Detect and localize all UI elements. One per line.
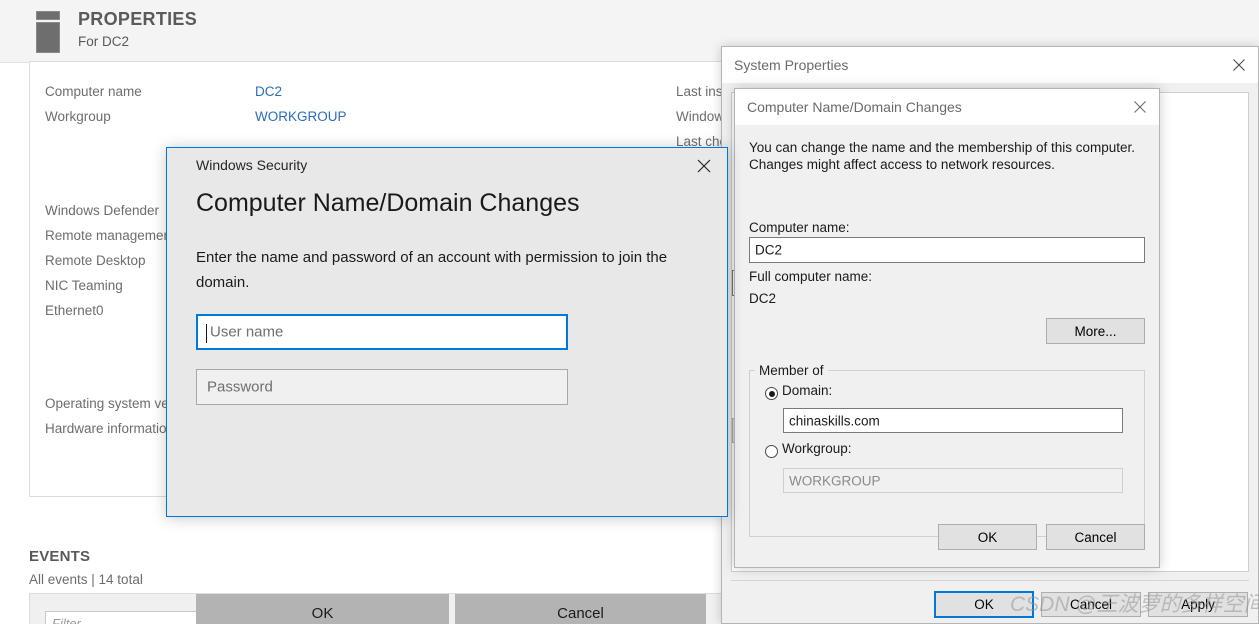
prop-label-windows-defender: Windows Defender (45, 203, 160, 218)
cndc-body: You can change the name and the membersh… (735, 125, 1159, 567)
prop-label-remote-desktop: Remote Desktop (45, 253, 146, 268)
system-properties-title: System Properties (734, 57, 849, 73)
prop-value-computer-name[interactable]: DC2 (255, 84, 282, 99)
text-caret (206, 324, 207, 343)
password-placeholder: Password (207, 378, 273, 396)
cndc-description: You can change the name and the membersh… (749, 140, 1135, 172)
close-icon[interactable] (1224, 50, 1254, 80)
events-section-subtitle: All events | 14 total (29, 572, 143, 587)
windows-security-heading: Computer Name/Domain Changes (196, 189, 580, 217)
cndc-more-button[interactable]: More... (1046, 318, 1145, 344)
screen: PROPERTIES For DC2 Computer name DC2 Wor… (0, 0, 1259, 624)
cndc-computer-name-label: Computer name: (749, 220, 850, 235)
prop-value-workgroup[interactable]: WORKGROUP (255, 109, 347, 124)
prop-label-workgroup: Workgroup (45, 109, 111, 124)
close-icon[interactable] (1125, 92, 1155, 122)
windows-security-title: Windows Security (196, 157, 308, 173)
windows-security-titlebar[interactable]: Windows Security (167, 148, 727, 184)
domain-label: Domain: (782, 383, 833, 398)
prop-label-remote-management: Remote management (45, 228, 175, 243)
system-properties-ok-button[interactable]: OK (934, 591, 1034, 618)
prop-label-computer-name: Computer name (45, 84, 142, 99)
password-input[interactable]: Password (196, 369, 568, 405)
page-title: PROPERTIES (78, 9, 198, 29)
domain-input[interactable]: chinaskills.com (783, 408, 1123, 433)
system-properties-separator (731, 580, 1249, 581)
events-section-title: EVENTS (29, 548, 91, 565)
cndc-titlebar[interactable]: Computer Name/Domain Changes (735, 89, 1159, 125)
cndc-cancel-button[interactable]: Cancel (1046, 524, 1145, 550)
prop-label-nic-teaming: NIC Teaming (45, 278, 123, 293)
cndc-title: Computer Name/Domain Changes (747, 99, 962, 115)
filter-placeholder: Filter (52, 616, 81, 624)
workgroup-input: WORKGROUP (783, 468, 1123, 493)
username-placeholder: User name (210, 323, 284, 341)
domain-radio[interactable] (765, 387, 778, 400)
cndc-computer-name-value: DC2 (755, 242, 783, 258)
server-icon (36, 11, 60, 53)
workgroup-value: WORKGROUP (789, 473, 881, 488)
windows-security-description: Enter the name and password of an accoun… (196, 249, 668, 291)
domain-value: chinaskills.com (789, 413, 880, 428)
computer-name-domain-changes-dialog: Computer Name/Domain Changes You can cha… (734, 88, 1160, 568)
page-subtitle: For DC2 (78, 34, 130, 49)
cndc-computer-name-input[interactable]: DC2 (749, 237, 1145, 263)
close-icon[interactable] (687, 152, 721, 180)
prop-label-ethernet0: Ethernet0 (45, 303, 104, 318)
windows-security-dialog: Windows Security Computer Name/Domain Ch… (166, 147, 728, 624)
username-input[interactable]: User name (196, 314, 568, 350)
system-properties-apply-button[interactable]: Apply (1148, 592, 1248, 617)
cndc-full-computer-name-label: Full computer name: (749, 269, 873, 284)
prop-label-hardware-info: Hardware information (45, 421, 175, 436)
windows-security-ok-button[interactable]: OK (196, 594, 449, 624)
cndc-full-computer-name-value: DC2 (749, 291, 777, 306)
cndc-ok-button[interactable]: OK (938, 524, 1037, 550)
windows-security-cancel-button[interactable]: Cancel (455, 594, 706, 624)
system-properties-titlebar[interactable]: System Properties (722, 47, 1258, 83)
member-of-label: Member of (755, 363, 828, 378)
workgroup-radio[interactable] (765, 445, 778, 458)
system-properties-cancel-button[interactable]: Cancel (1041, 592, 1141, 617)
workgroup-label: Workgroup: (782, 441, 852, 456)
